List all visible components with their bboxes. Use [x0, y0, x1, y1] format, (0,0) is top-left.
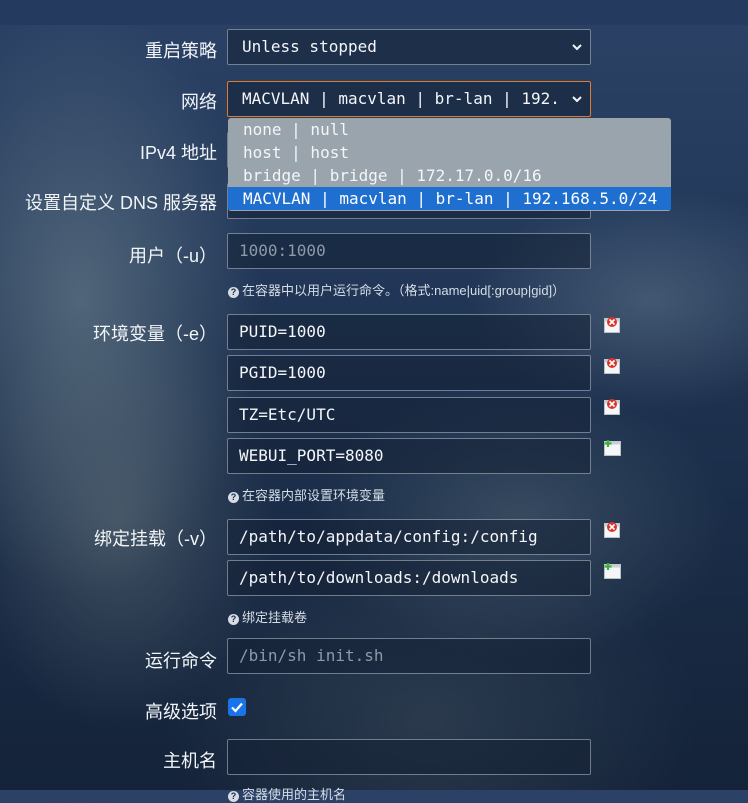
hostname-label: 主机名 [163, 751, 217, 771]
advanced-checkbox[interactable] [228, 698, 246, 716]
user-hint: ? 在容器中以用户运行命令。（格式:name|uid[:group|gid]） [228, 280, 565, 299]
chevron-down-icon [570, 30, 584, 64]
command-input[interactable]: /bin/sh init.sh [227, 638, 591, 674]
network-label: 网络 [181, 92, 217, 112]
env-input-4[interactable]: WEBUI_PORT=8080 [227, 438, 591, 474]
remove-icon[interactable] [604, 398, 622, 415]
command-label: 运行命令 [145, 651, 217, 671]
help-icon: ? [228, 287, 239, 298]
user-hint-text: 在容器中以用户运行命令。（格式:name|uid[:group|gid]） [242, 283, 566, 298]
add-icon[interactable] [604, 562, 622, 579]
remove-icon[interactable] [604, 521, 622, 538]
user-label: 用户（-u） [128, 246, 217, 266]
mount-input-2[interactable]: /path/to/downloads:/downloads [227, 560, 591, 596]
user-input[interactable]: 1000:1000 [227, 233, 591, 269]
restart-policy-value: Unless stopped [242, 37, 377, 56]
check-icon [231, 702, 243, 713]
remove-icon[interactable] [604, 357, 622, 374]
hostname-input[interactable] [227, 739, 591, 775]
env-hint-text: 在容器内部设置环境变量 [242, 488, 386, 503]
env-input-3[interactable]: TZ=Etc/UTC [227, 397, 591, 433]
help-icon: ? [228, 614, 239, 625]
dns-label: 设置自定义 DNS 服务器 [24, 193, 217, 213]
ipv4-label: IPv4 地址 [139, 143, 217, 163]
network-select[interactable]: MACVLAN | macvlan | br-lan | 192. [227, 81, 591, 117]
env-input-1[interactable]: PUID=1000 [227, 314, 591, 350]
chevron-down-icon [570, 82, 584, 116]
env-input-2[interactable]: PGID=1000 [227, 355, 591, 391]
restart-policy-label: 重启策略 [145, 41, 217, 61]
network-option-none[interactable]: none | null [228, 118, 671, 141]
remove-icon[interactable] [604, 316, 622, 333]
advanced-label: 高级选项 [145, 702, 217, 722]
command-placeholder: /bin/sh init.sh [239, 646, 384, 665]
top-bar [0, 0, 748, 25]
network-option-macvlan[interactable]: MACVLAN | macvlan | br-lan | 192.168.5.0… [228, 187, 671, 210]
add-icon[interactable] [604, 439, 622, 456]
network-dropdown: none | null host | host bridge | bridge … [228, 118, 671, 211]
hostname-hint: ? 容器使用的主机名 [228, 784, 346, 803]
env-label: 环境变量（-e） [92, 324, 217, 344]
mount-input-1[interactable]: /path/to/appdata/config:/config [227, 519, 591, 555]
mounts-hint: ? 绑定挂载卷 [228, 607, 307, 626]
help-icon: ? [228, 791, 239, 802]
network-value: MACVLAN | macvlan | br-lan | 192. [242, 89, 560, 108]
mounts-hint-text: 绑定挂载卷 [242, 610, 308, 625]
env-hint: ? 在容器内部设置环境变量 [228, 485, 385, 504]
restart-policy-select[interactable]: Unless stopped [227, 29, 591, 65]
user-placeholder: 1000:1000 [239, 241, 326, 260]
network-option-bridge[interactable]: bridge | bridge | 172.17.0.0/16 [228, 164, 671, 187]
hostname-hint-text: 容器使用的主机名 [242, 787, 347, 802]
network-option-host[interactable]: host | host [228, 141, 671, 164]
help-icon: ? [228, 492, 239, 503]
mounts-label: 绑定挂载（-v） [94, 529, 217, 549]
